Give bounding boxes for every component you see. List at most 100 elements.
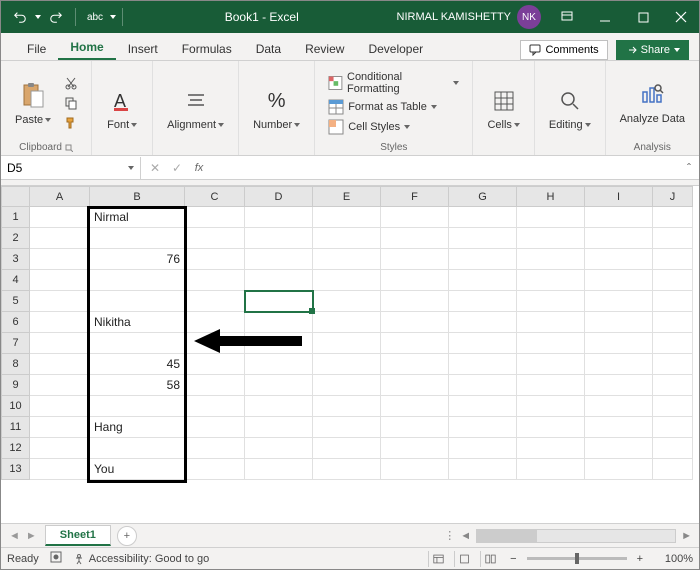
row-2[interactable]: 2 — [2, 228, 30, 249]
view-page-layout[interactable] — [454, 551, 474, 567]
tab-review[interactable]: Review — [293, 38, 356, 60]
undo-button[interactable] — [7, 4, 33, 30]
view-normal[interactable] — [428, 551, 448, 567]
col-J[interactable]: J — [653, 187, 693, 207]
analyze-data-button[interactable]: Analyze Data — [616, 75, 689, 129]
close-button[interactable] — [663, 1, 699, 33]
row-5[interactable]: 5 — [2, 291, 30, 312]
cell-B3[interactable]: 76 — [90, 249, 185, 270]
col-E[interactable]: E — [313, 187, 381, 207]
sheet-tab-1[interactable]: Sheet1 — [45, 525, 111, 546]
formula-bar-expand[interactable]: ˆ — [679, 161, 699, 175]
tab-data[interactable]: Data — [244, 38, 293, 60]
row-10[interactable]: 10 — [2, 396, 30, 417]
cell-B9[interactable]: 58 — [90, 375, 185, 396]
group-editing: Editing — [535, 61, 606, 155]
cells-icon — [488, 85, 520, 117]
col-F[interactable]: F — [381, 187, 449, 207]
zoom-slider[interactable] — [527, 557, 627, 560]
group-cells: Cells — [473, 61, 534, 155]
cell-B11[interactable]: Hang — [90, 417, 185, 438]
cell-B13[interactable]: You — [90, 459, 185, 480]
cut-button[interactable] — [61, 74, 81, 92]
font-icon: A — [106, 85, 138, 117]
cells-button[interactable]: Cells — [483, 81, 523, 135]
ribbon: Paste Clipboard A Font — [1, 61, 699, 156]
cell-D5[interactable] — [245, 291, 313, 312]
font-button[interactable]: A Font — [102, 81, 142, 135]
fb-enter[interactable]: ✓ — [167, 161, 187, 175]
excel-window: abc Book1 - Excel NIRMAL KAMISHETTY NK F… — [0, 0, 700, 570]
qat-customize[interactable] — [110, 15, 116, 19]
tab-formulas[interactable]: Formulas — [170, 38, 244, 60]
comments-button[interactable]: Comments — [520, 40, 607, 60]
view-page-break[interactable] — [480, 551, 500, 567]
spreadsheet-grid[interactable]: A B C D E F G H I J 1 Nirmal 2 3 76 4 5 6 N… — [1, 186, 693, 480]
search-icon — [554, 85, 586, 117]
copy-button[interactable] — [61, 94, 81, 112]
col-H[interactable]: H — [517, 187, 585, 207]
alignment-icon — [180, 85, 212, 117]
row-12[interactable]: 12 — [2, 438, 30, 459]
sheet-nav-next[interactable]: ► — [26, 530, 37, 542]
editing-button[interactable]: Editing — [545, 81, 595, 135]
row-3[interactable]: 3 — [2, 249, 30, 270]
tab-insert[interactable]: Insert — [116, 38, 170, 60]
user-avatar[interactable]: NK — [517, 5, 541, 29]
conditional-formatting-button[interactable]: Conditional Formatting — [325, 70, 462, 96]
undo-dropdown[interactable] — [35, 15, 41, 19]
hscroll-left[interactable]: ◄ — [457, 530, 474, 542]
ribbon-display-options[interactable] — [549, 1, 585, 33]
alignment-button[interactable]: Alignment — [163, 81, 228, 135]
row-1[interactable]: 1 — [2, 207, 30, 228]
select-all-button[interactable] — [2, 187, 30, 207]
col-C[interactable]: C — [185, 187, 245, 207]
col-B[interactable]: B — [90, 187, 185, 207]
row-7[interactable]: 7 — [2, 333, 30, 354]
analyze-icon — [636, 79, 668, 111]
status-ready: Ready — [7, 553, 39, 565]
formula-bar: D5 ✕ ✓ fx ˆ — [1, 156, 699, 180]
format-as-table-button[interactable]: Format as Table — [325, 98, 462, 116]
cell-B1[interactable]: Nirmal — [90, 207, 185, 228]
cell-B6[interactable]: Nikitha — [90, 312, 185, 333]
group-styles: Conditional Formatting Format as Table C… — [315, 61, 473, 155]
fb-cancel[interactable]: ✕ — [145, 161, 165, 175]
add-sheet-button[interactable]: + — [117, 526, 137, 546]
name-box[interactable]: D5 — [1, 157, 141, 179]
tab-file[interactable]: File — [15, 38, 58, 60]
sheet-nav-prev[interactable]: ◄ — [9, 530, 20, 542]
row-13[interactable]: 13 — [2, 459, 30, 480]
minimize-button[interactable] — [587, 1, 623, 33]
fx-icon[interactable]: fx — [189, 162, 209, 174]
maximize-button[interactable] — [625, 1, 661, 33]
row-8[interactable]: 8 — [2, 354, 30, 375]
zoom-out[interactable]: − — [506, 553, 520, 565]
redo-button[interactable] — [43, 4, 69, 30]
horizontal-scrollbar[interactable] — [476, 529, 676, 543]
row-6[interactable]: 6 — [2, 312, 30, 333]
row-9[interactable]: 9 — [2, 375, 30, 396]
zoom-in[interactable]: + — [633, 553, 647, 565]
col-I[interactable]: I — [585, 187, 653, 207]
format-painter-button[interactable] — [61, 114, 81, 132]
number-button[interactable]: % Number — [249, 81, 304, 135]
tab-developer[interactable]: Developer — [356, 38, 435, 60]
cell-B8[interactable]: 45 — [90, 354, 185, 375]
col-G[interactable]: G — [449, 187, 517, 207]
accessibility-status[interactable]: Accessibility: Good to go — [73, 553, 209, 565]
qat-text-button[interactable]: abc — [82, 4, 108, 30]
share-button[interactable]: Share — [616, 40, 689, 60]
row-4[interactable]: 4 — [2, 270, 30, 291]
zoom-level[interactable]: 100% — [653, 553, 693, 565]
macro-recorder-icon[interactable] — [49, 550, 63, 567]
accessibility-icon — [73, 553, 85, 565]
col-A[interactable]: A — [30, 187, 90, 207]
col-D[interactable]: D — [245, 187, 313, 207]
paste-button[interactable]: Paste — [11, 76, 55, 130]
cell-styles-button[interactable]: Cell Styles — [325, 118, 462, 136]
cell-styles-icon — [328, 119, 344, 135]
hscroll-right[interactable]: ► — [678, 530, 695, 542]
row-11[interactable]: 11 — [2, 417, 30, 438]
tab-home[interactable]: Home — [58, 36, 115, 60]
